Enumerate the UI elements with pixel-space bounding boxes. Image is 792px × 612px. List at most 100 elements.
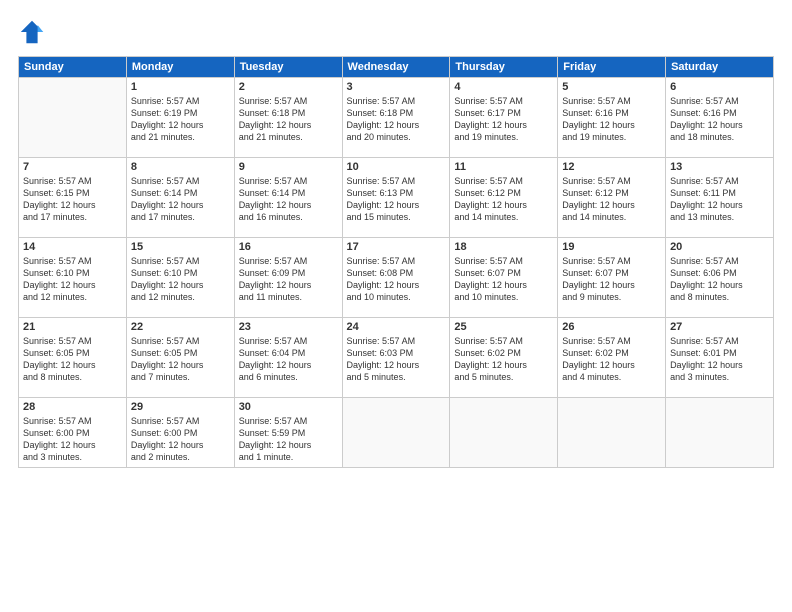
day-number: 17 (347, 241, 446, 253)
calendar-cell: 27 Sunrise: 5:57 AM Sunset: 6:01 PM Dayli… (666, 318, 774, 398)
day-number: 22 (131, 321, 230, 333)
calendar-cell: 23Sunrise: 5:57 AM Sunset: 6:04 PM Dayli… (234, 318, 342, 398)
logo (18, 18, 50, 46)
cell-info: Sunrise: 5:57 AM Sunset: 6:18 PM Dayligh… (239, 95, 338, 144)
day-number: 10 (347, 161, 446, 173)
day-number: 12 (562, 161, 661, 173)
day-number: 28 (23, 401, 122, 413)
calendar-cell: 8Sunrise: 5:57 AM Sunset: 6:14 PM Daylig… (126, 158, 234, 238)
cell-info: Sunrise: 5:57 AM Sunset: 6:18 PM Dayligh… (347, 95, 446, 144)
cell-info: Sunrise: 5:57 AM Sunset: 6:00 PM Dayligh… (23, 415, 122, 464)
col-header-monday: Monday (126, 57, 234, 78)
cell-info: Sunrise: 5:57 AM Sunset: 5:59 PM Dayligh… (239, 415, 338, 464)
col-header-tuesday: Tuesday (234, 57, 342, 78)
cell-info: Sunrise: 5:57 AM Sunset: 6:10 PM Dayligh… (131, 255, 230, 304)
calendar-cell: 15Sunrise: 5:57 AM Sunset: 6:10 PM Dayli… (126, 238, 234, 318)
calendar-cell: 26 Sunrise: 5:57 AM Sunset: 6:02 PM Dayli… (558, 318, 666, 398)
day-number: 5 (562, 81, 661, 93)
day-number: 13 (670, 161, 769, 173)
cell-info: Sunrise: 5:57 AM Sunset: 6:13 PM Dayligh… (347, 175, 446, 224)
calendar-cell: 10 Sunrise: 5:57 AM Sunset: 6:13 PM Dayli… (342, 158, 450, 238)
day-number: 20 (670, 241, 769, 253)
calendar-cell: 1 Sunrise: 5:57 AM Sunset: 6:19 PM Daylig… (126, 78, 234, 158)
calendar-cell (342, 398, 450, 468)
col-header-sunday: Sunday (19, 57, 127, 78)
calendar-cell (666, 398, 774, 468)
cell-info: Sunrise: 5:57 AM Sunset: 6:14 PM Dayligh… (131, 175, 230, 224)
day-number: 3 (347, 81, 446, 93)
calendar-week-row: 21 Sunrise: 5:57 AM Sunset: 6:05 PM Dayli… (19, 318, 774, 398)
day-number: 21 (23, 321, 122, 333)
col-header-saturday: Saturday (666, 57, 774, 78)
day-number: 4 (454, 81, 553, 93)
calendar-cell: 4 Sunrise: 5:57 AM Sunset: 6:17 PM Daylig… (450, 78, 558, 158)
calendar-cell: 18Sunrise: 5:57 AM Sunset: 6:07 PM Dayli… (450, 238, 558, 318)
calendar-cell: 19Sunrise: 5:57 AM Sunset: 6:07 PM Dayli… (558, 238, 666, 318)
cell-info: Sunrise: 5:57 AM Sunset: 6:15 PM Dayligh… (23, 175, 122, 224)
cell-info: Sunrise: 5:57 AM Sunset: 6:16 PM Dayligh… (670, 95, 769, 144)
day-number: 11 (454, 161, 553, 173)
calendar-cell: 7 Sunrise: 5:57 AM Sunset: 6:15 PM Daylig… (19, 158, 127, 238)
cell-info: Sunrise: 5:57 AM Sunset: 6:19 PM Dayligh… (131, 95, 230, 144)
calendar-header-row: SundayMondayTuesdayWednesdayThursdayFrid… (19, 57, 774, 78)
col-header-thursday: Thursday (450, 57, 558, 78)
day-number: 30 (239, 401, 338, 413)
day-number: 16 (239, 241, 338, 253)
cell-info: Sunrise: 5:57 AM Sunset: 6:12 PM Dayligh… (454, 175, 553, 224)
cell-info: Sunrise: 5:57 AM Sunset: 6:02 PM Dayligh… (454, 335, 553, 384)
day-number: 2 (239, 81, 338, 93)
cell-info: Sunrise: 5:57 AM Sunset: 6:07 PM Dayligh… (562, 255, 661, 304)
cell-info: Sunrise: 5:57 AM Sunset: 6:12 PM Dayligh… (562, 175, 661, 224)
calendar-cell: 9Sunrise: 5:57 AM Sunset: 6:14 PM Daylig… (234, 158, 342, 238)
cell-info: Sunrise: 5:57 AM Sunset: 6:05 PM Dayligh… (23, 335, 122, 384)
calendar-cell: 28 Sunrise: 5:57 AM Sunset: 6:00 PM Dayli… (19, 398, 127, 468)
header (18, 18, 774, 46)
calendar-cell: 30 Sunrise: 5:57 AM Sunset: 5:59 PM Dayli… (234, 398, 342, 468)
calendar-cell: 22 Sunrise: 5:57 AM Sunset: 6:05 PM Dayli… (126, 318, 234, 398)
day-number: 1 (131, 81, 230, 93)
calendar-cell: 6 Sunrise: 5:57 AM Sunset: 6:16 PM Daylig… (666, 78, 774, 158)
calendar-week-row: 28 Sunrise: 5:57 AM Sunset: 6:00 PM Dayli… (19, 398, 774, 468)
day-number: 6 (670, 81, 769, 93)
cell-info: Sunrise: 5:57 AM Sunset: 6:06 PM Dayligh… (670, 255, 769, 304)
calendar-cell: 2 Sunrise: 5:57 AM Sunset: 6:18 PM Daylig… (234, 78, 342, 158)
cell-info: Sunrise: 5:57 AM Sunset: 6:16 PM Dayligh… (562, 95, 661, 144)
day-number: 7 (23, 161, 122, 173)
cell-info: Sunrise: 5:57 AM Sunset: 6:14 PM Dayligh… (239, 175, 338, 224)
cell-info: Sunrise: 5:57 AM Sunset: 6:08 PM Dayligh… (347, 255, 446, 304)
calendar-cell: 20 Sunrise: 5:57 AM Sunset: 6:06 PM Dayli… (666, 238, 774, 318)
day-number: 26 (562, 321, 661, 333)
cell-info: Sunrise: 5:57 AM Sunset: 6:07 PM Dayligh… (454, 255, 553, 304)
cell-info: Sunrise: 5:57 AM Sunset: 6:05 PM Dayligh… (131, 335, 230, 384)
calendar-cell: 29 Sunrise: 5:57 AM Sunset: 6:00 PM Dayli… (126, 398, 234, 468)
calendar-cell: 5 Sunrise: 5:57 AM Sunset: 6:16 PM Daylig… (558, 78, 666, 158)
calendar-cell: 3 Sunrise: 5:57 AM Sunset: 6:18 PM Daylig… (342, 78, 450, 158)
calendar-week-row: 1 Sunrise: 5:57 AM Sunset: 6:19 PM Daylig… (19, 78, 774, 158)
calendar-cell: 25 Sunrise: 5:57 AM Sunset: 6:02 PM Dayli… (450, 318, 558, 398)
calendar-cell: 11 Sunrise: 5:57 AM Sunset: 6:12 PM Dayli… (450, 158, 558, 238)
day-number: 27 (670, 321, 769, 333)
calendar-table: SundayMondayTuesdayWednesdayThursdayFrid… (18, 56, 774, 468)
calendar-cell: 16 Sunrise: 5:57 AM Sunset: 6:09 PM Dayli… (234, 238, 342, 318)
cell-info: Sunrise: 5:57 AM Sunset: 6:17 PM Dayligh… (454, 95, 553, 144)
cell-info: Sunrise: 5:57 AM Sunset: 6:10 PM Dayligh… (23, 255, 122, 304)
cell-info: Sunrise: 5:57 AM Sunset: 6:01 PM Dayligh… (670, 335, 769, 384)
calendar-cell: 21 Sunrise: 5:57 AM Sunset: 6:05 PM Dayli… (19, 318, 127, 398)
calendar-week-row: 7 Sunrise: 5:57 AM Sunset: 6:15 PM Daylig… (19, 158, 774, 238)
col-header-wednesday: Wednesday (342, 57, 450, 78)
cell-info: Sunrise: 5:57 AM Sunset: 6:09 PM Dayligh… (239, 255, 338, 304)
day-number: 25 (454, 321, 553, 333)
cell-info: Sunrise: 5:57 AM Sunset: 6:02 PM Dayligh… (562, 335, 661, 384)
calendar-cell: 24Sunrise: 5:57 AM Sunset: 6:03 PM Dayli… (342, 318, 450, 398)
cell-info: Sunrise: 5:57 AM Sunset: 6:00 PM Dayligh… (131, 415, 230, 464)
calendar-cell: 13Sunrise: 5:57 AM Sunset: 6:11 PM Dayli… (666, 158, 774, 238)
day-number: 14 (23, 241, 122, 253)
logo-icon (18, 18, 46, 46)
calendar-cell: 12 Sunrise: 5:57 AM Sunset: 6:12 PM Dayli… (558, 158, 666, 238)
day-number: 29 (131, 401, 230, 413)
cell-info: Sunrise: 5:57 AM Sunset: 6:04 PM Dayligh… (239, 335, 338, 384)
calendar-cell (450, 398, 558, 468)
calendar-cell (558, 398, 666, 468)
page: SundayMondayTuesdayWednesdayThursdayFrid… (0, 0, 792, 612)
calendar-week-row: 14 Sunrise: 5:57 AM Sunset: 6:10 PM Dayli… (19, 238, 774, 318)
